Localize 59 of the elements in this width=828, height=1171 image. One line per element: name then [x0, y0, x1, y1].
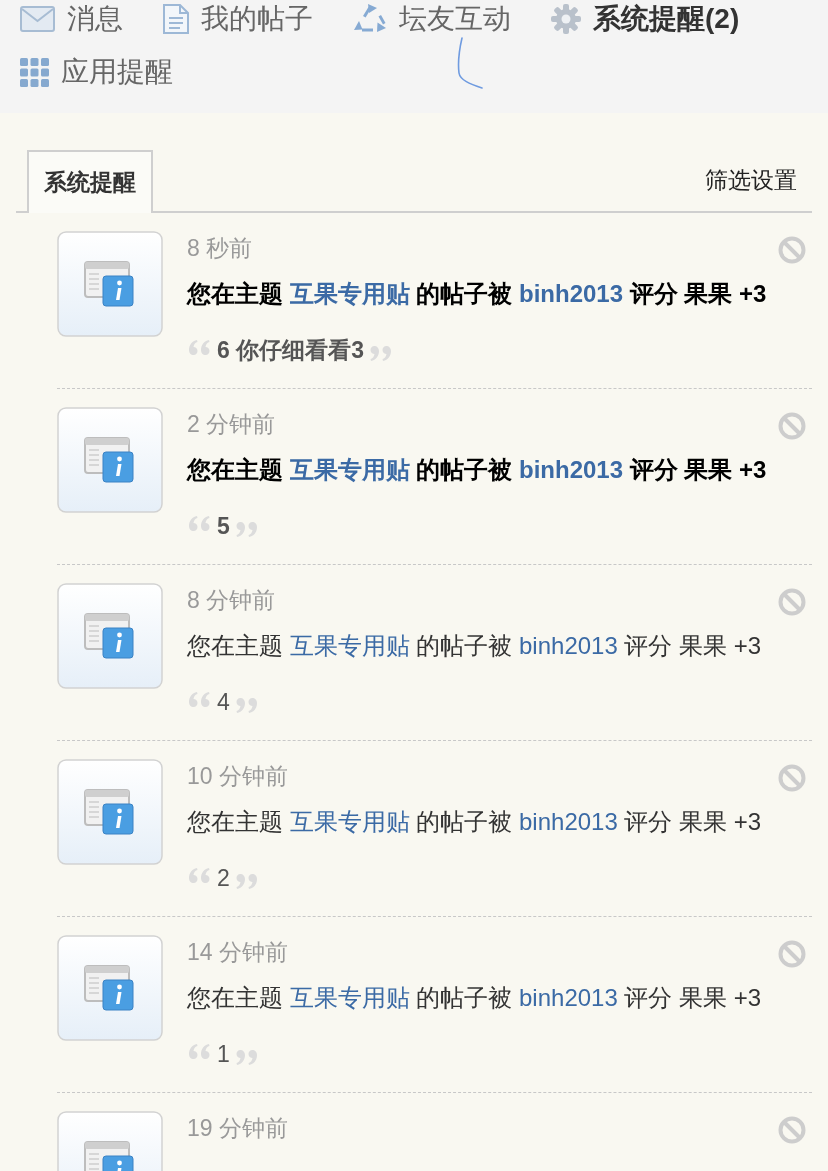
timestamp: 14 分钟前 — [187, 938, 289, 967]
open-quote-icon — [189, 1043, 210, 1059]
close-quote-icon — [370, 346, 391, 362]
quoted-comment: 1 — [217, 1040, 230, 1068]
recycle-arrows-icon — [353, 4, 387, 34]
prohibition-icon[interactable] — [778, 940, 806, 968]
open-quote-icon — [189, 339, 210, 355]
close-quote-icon — [235, 1050, 257, 1066]
nav-link[interactable]: 系统提醒(2) — [551, 2, 740, 36]
window-info-icon — [57, 583, 163, 689]
topic-link[interactable]: 互果专用贴 — [289, 984, 410, 1011]
timestamp: 2 分钟前 — [187, 410, 277, 439]
close-quote-icon — [235, 698, 257, 714]
user-link[interactable]: binh2013 — [519, 632, 618, 659]
quoted-comment: 2 — [217, 864, 230, 892]
topic-link[interactable]: 互果专用贴 — [289, 280, 410, 307]
timestamp: 8 秒前 — [187, 234, 254, 263]
envelope-icon — [20, 6, 55, 32]
quoted-comment: 4 — [217, 688, 230, 716]
quoted-comment: 5 — [217, 512, 230, 540]
open-quote-icon — [189, 515, 210, 531]
user-link[interactable]: binh2013 — [519, 456, 624, 483]
window-info-icon — [57, 935, 163, 1041]
nav-link[interactable]: 应用提醒 — [20, 55, 173, 89]
timestamp: 8 分钟前 — [187, 586, 277, 615]
topic-link[interactable]: 互果专用贴 — [289, 632, 410, 659]
topic-link[interactable]: 互果专用贴 — [289, 456, 410, 483]
nav-link[interactable]: 消息 — [20, 2, 123, 36]
prohibition-icon[interactable] — [778, 412, 806, 440]
topic-link[interactable]: 互果专用贴 — [289, 808, 410, 835]
open-quote-icon — [189, 691, 210, 707]
open-quote-icon — [189, 867, 210, 883]
window-info-icon — [57, 759, 163, 865]
prohibition-icon[interactable] — [778, 588, 806, 616]
timestamp: 19 分钟前 — [187, 1114, 289, 1143]
nav-link[interactable]: 坛友互动 — [353, 2, 511, 36]
window-info-icon — [57, 231, 163, 337]
prohibition-icon[interactable] — [778, 1116, 806, 1144]
notification-message: 您在主题 互果专用贴 的帖子被 binh2013 评分 果果 +3 — [187, 631, 763, 661]
tab[interactable]: 系统提醒 — [27, 150, 153, 213]
close-quote-icon — [235, 874, 257, 890]
user-link[interactable]: binh2013 — [519, 984, 618, 1011]
nav-link[interactable]: 我的帖子 — [163, 2, 313, 36]
notification-message: 您在主题 互果专用贴 的帖子被 binh2013 评分 果果 +3 — [187, 279, 768, 309]
user-link[interactable]: binh2013 — [519, 808, 618, 835]
notification-message: 您在主题 互果专用贴 的帖子被 binh2013 评分 果果 +3 — [187, 983, 763, 1013]
quoted-comment: 6 你仔细看看3 — [217, 335, 364, 365]
timestamp: 10 分钟前 — [187, 762, 289, 791]
filter-settings-link[interactable]: 筛选设置 — [705, 165, 812, 196]
notification-message: 您在主题 互果专用贴 的帖子被 binh2013 评分 果果 +3 — [187, 807, 763, 837]
user-link[interactable]: binh2013 — [519, 280, 624, 307]
prohibition-icon[interactable] — [778, 236, 806, 264]
window-info-icon — [57, 407, 163, 513]
notification-message: 您在主题 互果专用贴 的帖子被 binh2013 评分 果果 +3 — [187, 455, 768, 485]
prohibition-icon[interactable] — [778, 764, 806, 792]
document-icon — [163, 4, 189, 34]
window-info-icon — [57, 1111, 163, 1171]
grid-icon — [20, 57, 49, 87]
close-quote-icon — [235, 522, 257, 538]
